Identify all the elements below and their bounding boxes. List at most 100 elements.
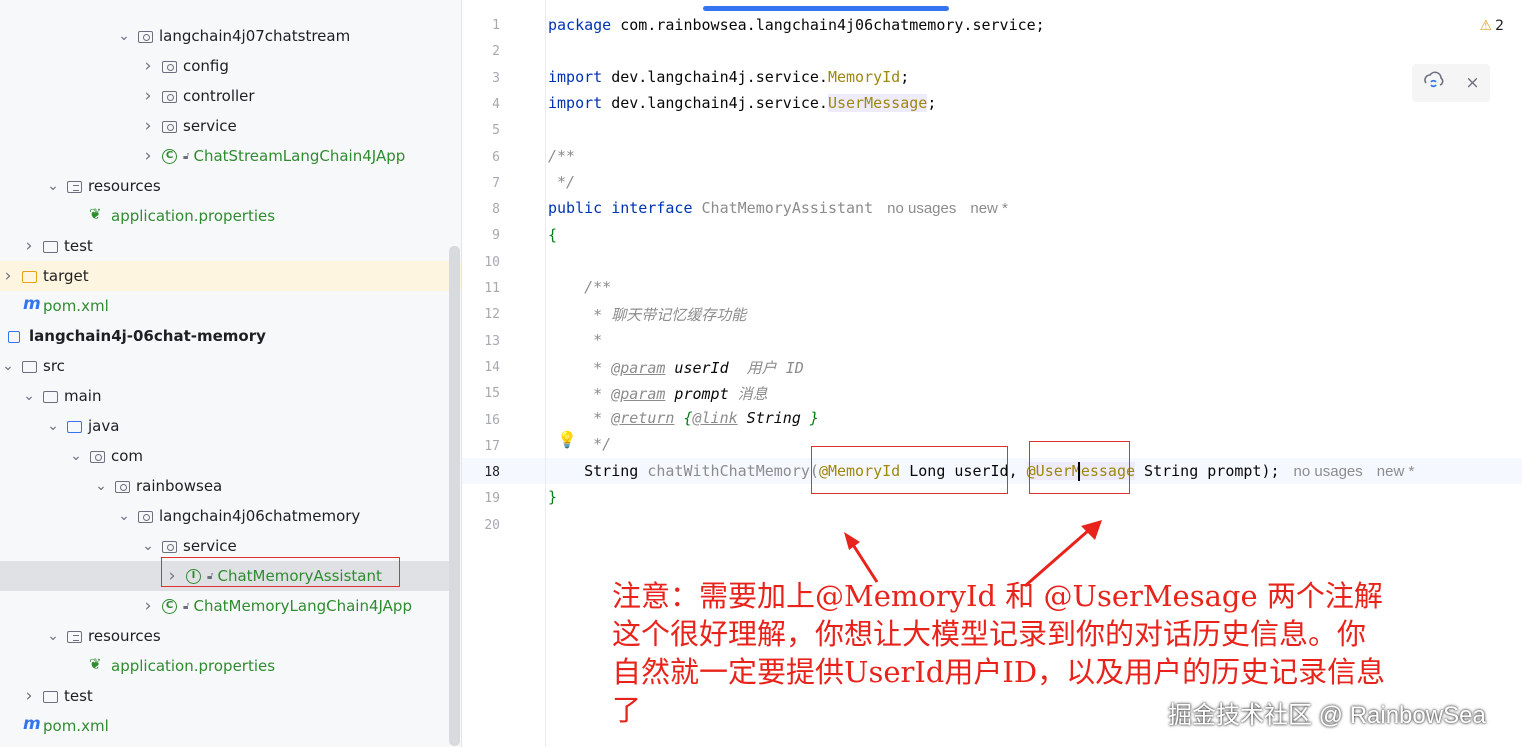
line-number[interactable]: 16 xyxy=(462,413,500,428)
chevron-right-icon[interactable]: › xyxy=(140,596,156,616)
line-number[interactable]: 8 xyxy=(462,202,500,217)
line-number[interactable]: 2 xyxy=(462,44,500,59)
code-line-1[interactable]: package com.rainbowsea.langchain4j06chat… xyxy=(548,16,1045,34)
line-number[interactable]: 5 xyxy=(462,123,500,138)
chevron-right-icon[interactable]: › xyxy=(0,266,16,286)
line-number[interactable]: 6 xyxy=(462,150,500,165)
tree-item-label: test xyxy=(64,237,93,255)
line-number[interactable]: 20 xyxy=(462,518,500,533)
code-line-19[interactable]: } xyxy=(548,488,557,506)
line-number[interactable]: 14 xyxy=(462,360,500,375)
usages-hint[interactable]: no usages xyxy=(1294,463,1363,480)
line-number[interactable]: 12 xyxy=(462,307,500,322)
doc-tag-return: @return xyxy=(611,409,675,427)
folder-icon xyxy=(43,688,59,704)
chevron-down-icon[interactable]: ⌄ xyxy=(21,388,37,404)
code-line-13[interactable]: * xyxy=(548,331,602,349)
tree-item[interactable]: ⌄ resources xyxy=(0,171,450,201)
tree-item[interactable]: › I 🔓︎ ChatMemoryAssistant xyxy=(0,561,450,591)
chevron-right-icon[interactable]: › xyxy=(21,236,37,256)
tree-item[interactable]: › C 🔓︎ ChatStreamLangChain4JApp xyxy=(0,141,450,171)
code-line-18[interactable]: String chatWithChatMemory(@MemoryId Long… xyxy=(548,462,1414,480)
code-line-15[interactable]: * @param prompt 消息 xyxy=(548,383,768,404)
code-line-14[interactable]: * @param userId 用户 ID xyxy=(548,357,804,378)
chevron-down-icon[interactable]: ⌄ xyxy=(45,178,61,194)
tree-item[interactable]: ⌄ main xyxy=(0,381,450,411)
chevron-down-icon[interactable]: ⌄ xyxy=(0,358,16,374)
author-hint[interactable]: new * xyxy=(970,200,1008,217)
chevron-down-icon[interactable]: ⌄ xyxy=(116,508,132,524)
line-number[interactable]: 18 xyxy=(462,465,500,480)
code-editor[interactable]: 1 2 3 4 5 6 7 8 9 10 11 12 13 14 15 16 17 18 19 20 ⚠ 2 × 💡 … xyxy=(462,0,1522,747)
code-line-3[interactable]: import dev.langchain4j.service.MemoryId; xyxy=(548,68,909,86)
chevron-down-icon[interactable]: ⌄ xyxy=(45,418,61,434)
tree-item[interactable]: ⌄ rainbowsea xyxy=(0,471,450,501)
chevron-right-icon[interactable]: › xyxy=(140,86,156,106)
ai-assist-icon[interactable] xyxy=(1422,71,1444,95)
tree-item[interactable]: ⌄ src xyxy=(0,351,450,381)
tree-item[interactable]: ⌄ langchain4j07chatstream xyxy=(0,21,450,51)
tree-item[interactable]: › target xyxy=(0,261,462,291)
tree-item[interactable]: › service xyxy=(0,111,450,141)
chevron-right-icon[interactable]: › xyxy=(140,56,156,76)
line-number[interactable]: 13 xyxy=(462,334,500,349)
tree-item[interactable]: m pom.xml xyxy=(0,291,450,321)
close-icon[interactable]: × xyxy=(1465,73,1479,93)
line-number[interactable]: 10 xyxy=(462,255,500,270)
tree-item-label: resources xyxy=(88,177,161,195)
tree-item[interactable]: ⌄ com xyxy=(0,441,450,471)
line-number[interactable]: 1 xyxy=(462,18,500,33)
usages-hint[interactable]: no usages xyxy=(887,200,956,217)
tree-item[interactable]: › C 🔓︎ ChatMemoryLangChain4JApp xyxy=(0,591,450,621)
problems-indicator[interactable]: ⚠ 2 xyxy=(1480,18,1504,34)
code-line-9[interactable]: { xyxy=(548,226,557,244)
code-line-17[interactable]: */ xyxy=(548,435,611,453)
line-number[interactable]: 9 xyxy=(462,228,500,243)
tree-item-label: rainbowsea xyxy=(136,477,223,495)
chevron-down-icon[interactable]: ⌄ xyxy=(68,448,84,464)
gutter-divider xyxy=(545,0,546,747)
chevron-down-icon[interactable]: ⌄ xyxy=(93,478,109,494)
keyword-public-interface: public interface xyxy=(548,199,693,217)
tree-item[interactable]: ❦ application.properties xyxy=(0,651,450,681)
chevron-right-icon[interactable]: › xyxy=(164,566,180,586)
doc-tag-link: @link xyxy=(692,409,738,427)
tree-item[interactable]: ⌄ java xyxy=(0,411,450,441)
code-line-12[interactable]: * 聊天带记忆缓存功能 xyxy=(548,304,746,325)
tree-item[interactable]: ⌄ langchain4j06chatmemory xyxy=(0,501,450,531)
chevron-down-icon[interactable]: ⌄ xyxy=(116,28,132,44)
line-number[interactable]: 19 xyxy=(462,491,500,506)
tree-item[interactable]: › controller xyxy=(0,81,450,111)
line-number[interactable]: 17 xyxy=(462,439,500,454)
tree-item[interactable]: ⌄ service xyxy=(0,531,450,561)
line-number[interactable]: 4 xyxy=(462,97,500,112)
chevron-right-icon[interactable]: › xyxy=(21,686,37,706)
tree-item[interactable]: ❦ application.properties xyxy=(0,201,450,231)
warning-icon: ⚠ xyxy=(1479,18,1493,34)
line-number[interactable]: 7 xyxy=(462,176,500,191)
tree-item[interactable]: m pom.xml xyxy=(0,711,450,741)
code-line-11[interactable]: /** xyxy=(548,278,611,296)
folder-icon xyxy=(22,358,38,374)
tree-item[interactable]: langchain4j-06chat-memory xyxy=(0,321,450,351)
chevron-down-icon[interactable]: ⌄ xyxy=(140,538,156,554)
code-line-6[interactable]: /** xyxy=(548,147,575,165)
tree-item[interactable]: › test xyxy=(0,231,450,261)
tree-item[interactable]: ⌄ resources xyxy=(0,621,450,651)
code-line-7[interactable]: */ xyxy=(548,173,575,191)
package-icon xyxy=(162,538,178,554)
chevron-right-icon[interactable]: › xyxy=(140,116,156,136)
tree-item[interactable]: › config xyxy=(0,51,450,81)
line-number[interactable]: 11 xyxy=(462,281,500,296)
tree-item[interactable]: › test xyxy=(0,681,450,711)
code-line-16[interactable]: * @return {@link String } xyxy=(548,409,819,427)
chevron-down-icon[interactable]: ⌄ xyxy=(45,628,61,644)
code-line-4[interactable]: import dev.langchain4j.service.UserMessa… xyxy=(548,94,936,112)
author-hint[interactable]: new * xyxy=(1377,463,1415,480)
line-number[interactable]: 3 xyxy=(462,71,500,86)
tree-scrollbar[interactable] xyxy=(449,246,460,746)
doc-param-desc: 消息 xyxy=(728,385,768,403)
line-number[interactable]: 15 xyxy=(462,386,500,401)
chevron-right-icon[interactable]: › xyxy=(140,146,156,166)
code-line-8[interactable]: public interface ChatMemoryAssistant no u… xyxy=(548,199,1008,217)
